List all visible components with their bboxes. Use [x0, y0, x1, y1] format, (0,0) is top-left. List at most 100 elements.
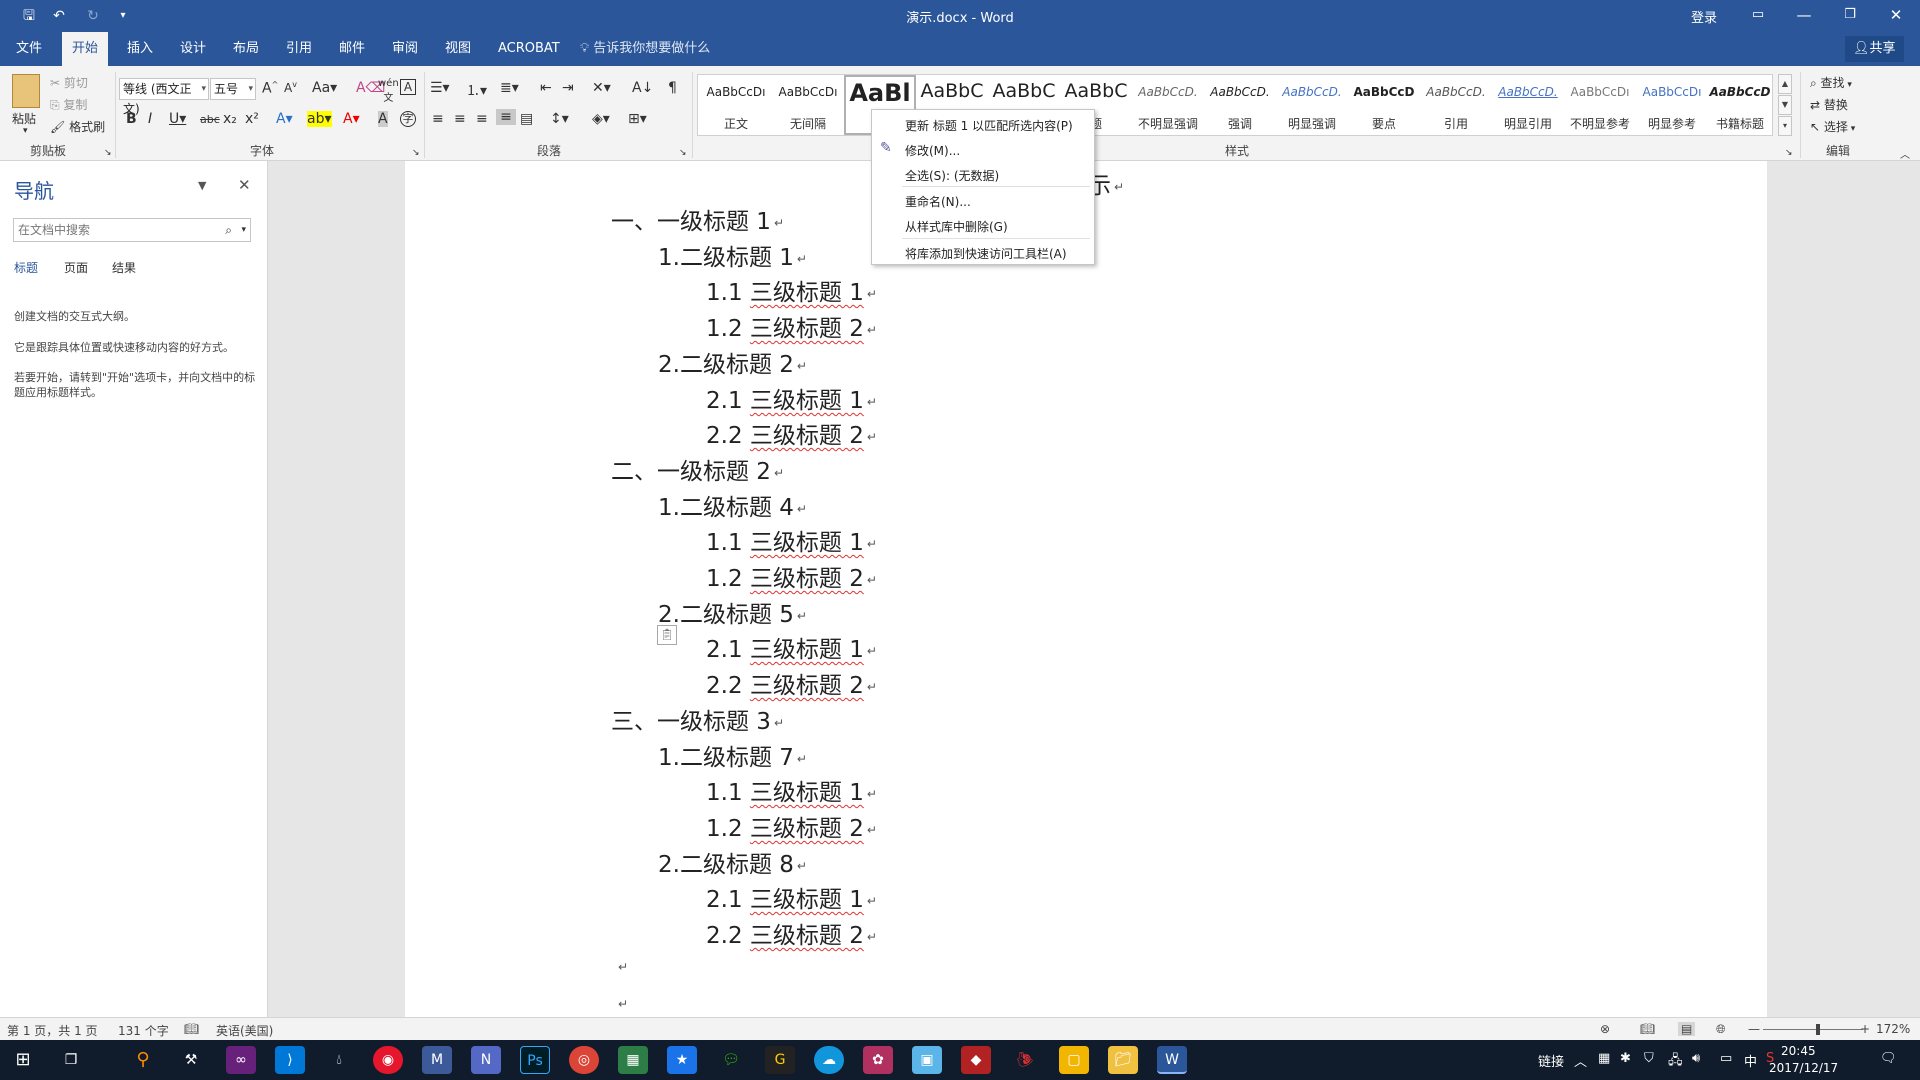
gallery-up-icon[interactable]: ▲ [1778, 74, 1792, 94]
volume-icon[interactable]: 🔊︎ [1692, 1051, 1700, 1066]
tab-layout[interactable]: 布局 [223, 32, 269, 66]
chevron-down-icon[interactable]: ▾ [241, 219, 246, 241]
document-page[interactable] [405, 161, 1767, 1017]
zoom-in-icon[interactable]: + [1860, 1022, 1870, 1036]
heading-level-3[interactable]: 1.2 三级标题 2 ↵ [706, 809, 877, 843]
cut-button[interactable]: ✂ 剪切 [50, 74, 88, 91]
style-normal[interactable]: AaBbCcDı 正文 [700, 75, 772, 135]
align-right-icon[interactable]: ≡ [476, 111, 488, 127]
heading-level-3[interactable]: 1.1 三级标题 1 ↵ [706, 773, 877, 807]
highlight-icon[interactable]: ab▾ [307, 111, 332, 127]
nav-search-input[interactable]: 在文档中搜索 ⌕ ▾ [13, 218, 251, 242]
paste-options-icon[interactable]: 📋︎ [657, 625, 677, 645]
heading-level-3[interactable]: 2.2 三级标题 2 ↵ [706, 916, 877, 950]
underline-icon[interactable]: U▾ [169, 111, 186, 127]
windows-start-icon[interactable]: ⊞ [8, 1046, 38, 1074]
font-color-icon[interactable]: A▾ [343, 111, 360, 127]
document-area[interactable] [269, 161, 1920, 1017]
tab-mailings[interactable]: 邮件 [329, 32, 375, 66]
task-view-icon[interactable]: ❐ [56, 1046, 86, 1074]
share-button[interactable]: 👤︎共享 [1845, 36, 1904, 62]
language-indicator[interactable]: 英语(美国) [216, 1022, 273, 1039]
mindmap-app-icon[interactable]: M [422, 1046, 452, 1074]
heading-level-2[interactable]: 2.二级标题 2 ↵ [658, 345, 807, 379]
search-app-icon[interactable]: ⚲ [128, 1046, 158, 1074]
heading-level-3[interactable]: 1.2 三级标题 2 ↵ [706, 309, 877, 343]
clipboard-launcher-icon[interactable]: ↘ [104, 148, 112, 158]
grow-font-icon[interactable]: A^ [262, 80, 278, 97]
subscript-icon[interactable]: x₂ [223, 111, 237, 127]
paste-dropdown-icon[interactable]: ▾ [23, 126, 28, 136]
bold-icon[interactable]: B [126, 111, 137, 127]
read-mode-icon[interactable]: 📖︎ [1640, 1022, 1655, 1036]
styles-launcher-icon[interactable]: ↘ [1785, 148, 1793, 158]
network-icon[interactable]: 🖧︎ [1668, 1051, 1683, 1073]
style-emphasis[interactable]: AaBbCcD. 强调 [1204, 75, 1276, 135]
tab-view[interactable]: 视图 [435, 32, 481, 66]
char-shading-icon[interactable]: A [378, 111, 388, 127]
word-count[interactable]: 131 个字 [118, 1022, 169, 1039]
proofing-icon[interactable]: 📖︎ [184, 1022, 199, 1036]
paste-icon[interactable] [12, 74, 40, 108]
font-name-combo[interactable]: 等线 (西文正文) ▾ [119, 78, 209, 116]
nav-tab-results[interactable]: 结果 [112, 259, 136, 276]
distributed-icon[interactable]: ▤ [520, 111, 533, 127]
numbering-icon[interactable]: ⒈▾ [466, 80, 487, 100]
print-layout-icon[interactable]: ▤ [1678, 1022, 1696, 1036]
battery-icon[interactable]: ▭ [1720, 1051, 1732, 1066]
char-border-icon[interactable]: A [400, 79, 416, 95]
drop-app-icon[interactable]: 💧︎ [324, 1046, 354, 1074]
format-painter-button[interactable]: 🖌︎ 格式刷 [50, 118, 105, 135]
menu-item-select-all[interactable]: 全选(S): (无数据) [905, 167, 999, 184]
menu-item-add-to-qat[interactable]: 将库添加到快速访问工具栏(A) [905, 245, 1067, 262]
tab-review[interactable]: 审阅 [382, 32, 428, 66]
phonetic-guide-icon[interactable]: wén 文 [378, 78, 399, 104]
ribbon-display-icon[interactable]: ▭ [1735, 0, 1781, 32]
paste-button[interactable]: 粘贴 [12, 110, 36, 127]
heading-level-2[interactable]: 1.二级标题 4 ↵ [658, 488, 807, 522]
close-icon[interactable]: ✕ [1873, 0, 1919, 32]
sheet-app-icon[interactable]: ▦ [618, 1046, 648, 1074]
restore-icon[interactable]: ❐ [1827, 0, 1873, 32]
zoom-slider-thumb[interactable] [1816, 1024, 1820, 1035]
file-explorer-icon[interactable]: 📁︎ [1108, 1046, 1138, 1074]
bullets-icon[interactable]: ☰▾ [430, 80, 450, 96]
web-layout-icon[interactable]: 🌐︎ [1716, 1022, 1726, 1037]
increase-indent-icon[interactable]: ⇥ [562, 80, 574, 96]
style-no-spacing[interactable]: AaBbCcDı 无间隔 [772, 75, 844, 135]
style-quote[interactable]: AaBbCcD. 引用 [1420, 75, 1492, 135]
chevron-up-icon[interactable]: ︿ [1574, 1051, 1587, 1070]
tab-references[interactable]: 引用 [276, 32, 322, 66]
italic-icon[interactable]: I [148, 111, 152, 127]
tab-insert[interactable]: 插入 [117, 32, 163, 66]
snail-app-icon[interactable]: 🐌︎ [1010, 1046, 1040, 1074]
zoom-level[interactable]: 172% [1876, 1022, 1910, 1036]
heading-level-3[interactable]: 2.1 三级标题 1 ↵ [706, 381, 877, 415]
superscript-icon[interactable]: x² [245, 111, 259, 127]
font-size-combo[interactable]: 五号 ▾ [210, 78, 256, 100]
strikethrough-icon[interactable]: abc [200, 113, 220, 126]
heading-level-3[interactable]: 2.1 三级标题 1 ↵ [706, 630, 877, 664]
heading-level-3[interactable]: 2.2 三级标题 2 ↵ [706, 666, 877, 700]
vertical-scrollbar[interactable] [1905, 161, 1920, 1017]
find-button[interactable]: ⌕ 查找 ▾ [1810, 74, 1852, 91]
zoom-out-icon[interactable]: — [1748, 1022, 1760, 1036]
nav-tab-headings[interactable]: 标题 [14, 259, 38, 276]
tab-design[interactable]: 设计 [170, 32, 216, 66]
menu-item-rename[interactable]: 重命名(N)... [905, 193, 971, 210]
borders-icon[interactable]: ⊞▾ [628, 111, 647, 127]
notes-app-icon[interactable]: N [471, 1046, 501, 1074]
style-subtle-emphasis[interactable]: AaBbCcD. 不明显强调 [1132, 75, 1204, 135]
box-app-icon[interactable]: ▢ [1059, 1046, 1089, 1074]
justify-icon[interactable]: ≡ [496, 109, 516, 125]
gallery-more-icon[interactable]: ▾ [1778, 116, 1792, 136]
focus-icon[interactable]: ⊗ [1600, 1022, 1610, 1036]
style-book-title[interactable]: AaBbCcD 书籍标题 [1708, 75, 1772, 135]
text-effects-icon[interactable]: A▾ [276, 111, 293, 127]
shield-icon[interactable]: ⛉ [1644, 1051, 1654, 1066]
replace-button[interactable]: ⇄ 替换 [1810, 96, 1848, 113]
heading-level-2[interactable]: 1.二级标题 1 ↵ [658, 238, 807, 272]
ime-mode[interactable]: 中 [1744, 1051, 1757, 1070]
heading-level-3[interactable]: 1.1 三级标题 1 ↵ [706, 273, 877, 307]
menu-item-remove-from-gallery[interactable]: 从样式库中删除(G) [905, 218, 1008, 235]
